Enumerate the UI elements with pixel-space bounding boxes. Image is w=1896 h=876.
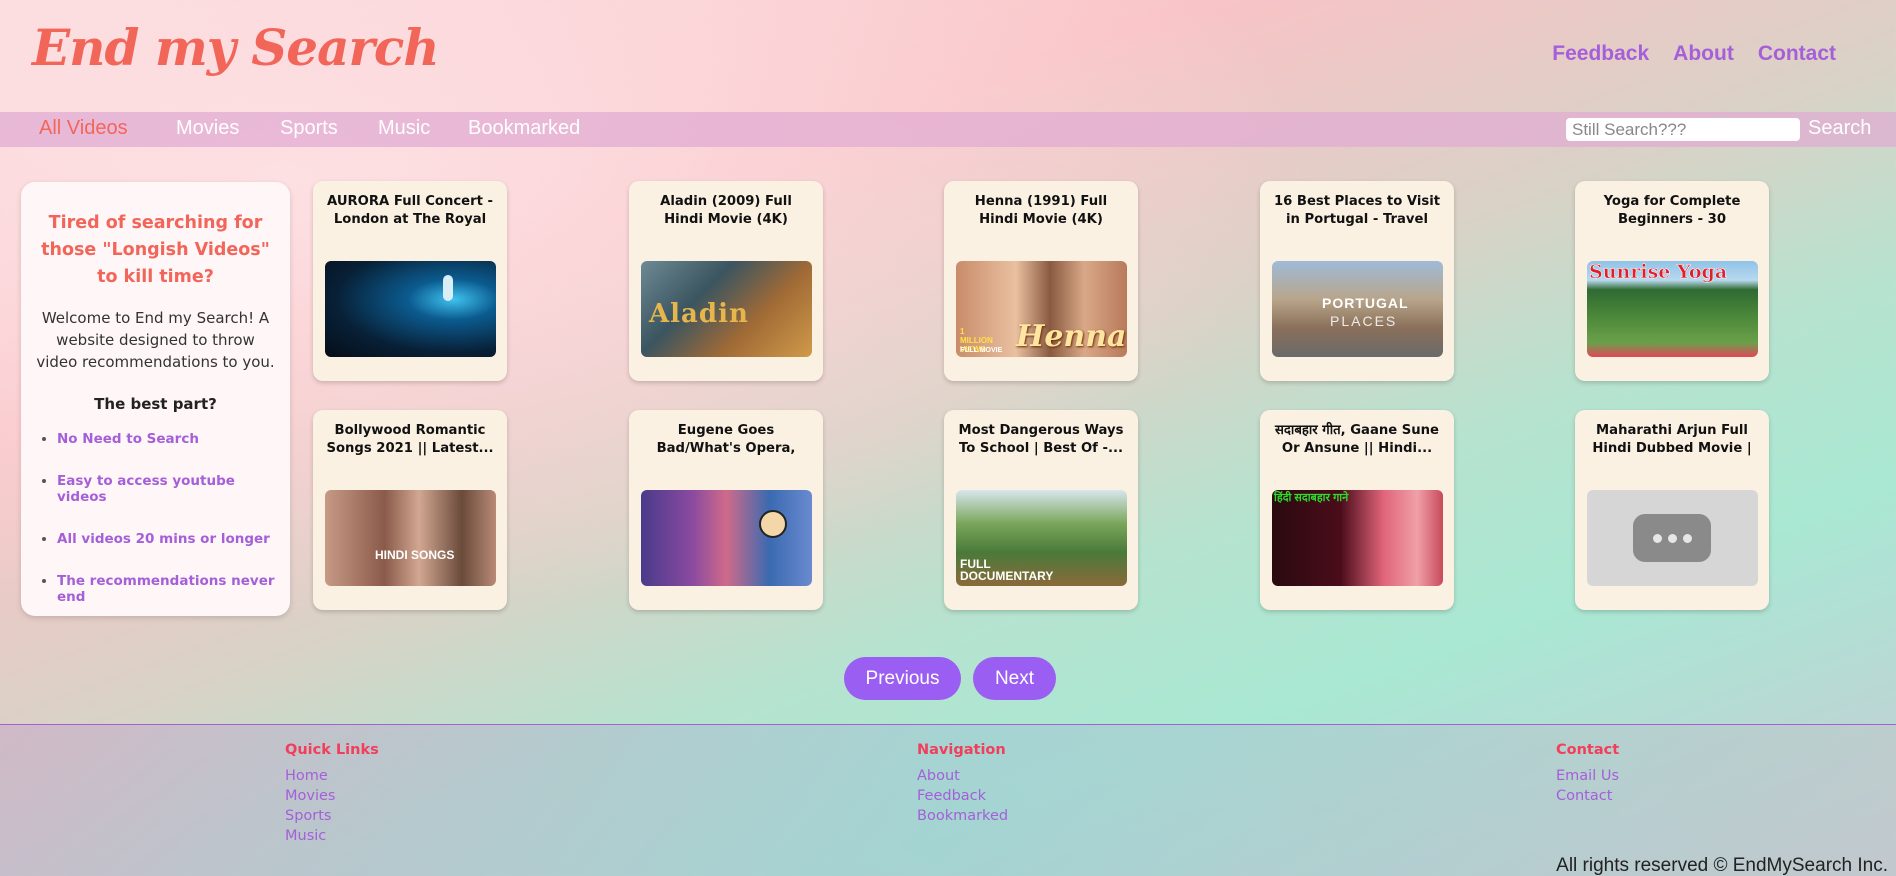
video-title[interactable]: Yoga for Complete Beginners - 30 minute.… — [1585, 193, 1759, 229]
video-thumbnail[interactable] — [1587, 490, 1758, 586]
category-all-videos[interactable]: All Videos — [39, 117, 128, 140]
nav-contact-link[interactable]: Contact — [1758, 42, 1836, 66]
thumbnail-caption: HINDI SONGS — [375, 548, 455, 562]
footer-link-sports[interactable]: Sports — [285, 806, 379, 826]
site-header: End my Search Feedback About Contact — [0, 0, 1896, 112]
video-thumbnail[interactable] — [641, 490, 812, 586]
category-sports[interactable]: Sports — [280, 117, 338, 140]
category-movies[interactable]: Movies — [176, 117, 239, 140]
footer-link-movies[interactable]: Movies — [285, 786, 379, 806]
video-title[interactable]: सदाबहार गीत, Gaane Sune Or Ansune || Hin… — [1270, 422, 1444, 458]
previous-button[interactable]: Previous — [844, 657, 961, 700]
video-title[interactable]: 16 Best Places to Visit in Portugal - Tr… — [1270, 193, 1444, 229]
video-card[interactable]: 16 Best Places to Visit in Portugal - Tr… — [1260, 181, 1454, 381]
footer-link-bookmarked[interactable]: Bookmarked — [917, 806, 1008, 826]
nav-about-link[interactable]: About — [1673, 42, 1734, 66]
video-thumbnail[interactable]: 1 MILLION VIEWS Henna FULL MOVIE — [956, 261, 1127, 357]
list-item: The recommendations never end — [57, 573, 276, 605]
thumbnail-caption: PORTUGAL — [1322, 295, 1409, 311]
footer-heading: Navigation — [917, 742, 1006, 758]
video-title[interactable]: Aladin (2009) Full Hindi Movie (4K) Rite… — [639, 193, 813, 229]
video-title[interactable]: Bollywood Romantic Songs 2021 || Latest.… — [323, 422, 497, 458]
footer-navigation: Navigation About Feedback Bookmarked — [917, 742, 1008, 826]
video-thumbnail[interactable]: FULL DOCUMENTARY — [956, 490, 1127, 586]
placeholder-play-icon — [1633, 514, 1711, 562]
video-thumbnail[interactable]: Aladin — [641, 261, 812, 357]
video-card[interactable]: Aladin (2009) Full Hindi Movie (4K) Rite… — [629, 181, 823, 381]
next-button[interactable]: Next — [973, 657, 1056, 700]
sidebar-best-part: The best part? — [94, 395, 217, 413]
footer-contact: Contact Email Us Contact — [1556, 742, 1619, 806]
sidebar-welcome-text: Welcome to End my Search! A website desi… — [36, 309, 275, 371]
list-item: No Need to Search — [57, 431, 276, 447]
video-thumbnail[interactable]: हिंदी सदाबहार गाने — [1272, 490, 1443, 586]
video-card[interactable]: Most Dangerous Ways To School | Best Of … — [944, 410, 1138, 610]
video-thumbnail[interactable]: PORTUGAL PLACES — [1272, 261, 1443, 357]
video-thumbnail[interactable]: Sunrise Yoga — [1587, 261, 1758, 357]
footer-link-about[interactable]: About — [917, 766, 1008, 786]
video-title[interactable]: Most Dangerous Ways To School | Best Of … — [954, 422, 1128, 458]
video-card[interactable]: Yoga for Complete Beginners - 30 minute.… — [1575, 181, 1769, 381]
video-thumbnail[interactable]: HINDI SONGS — [325, 490, 496, 586]
thumbnail-caption: Aladin — [649, 299, 749, 329]
search-input[interactable] — [1566, 118, 1800, 141]
footer-heading: Contact — [1556, 742, 1620, 758]
list-item: All videos 20 mins or longer — [57, 531, 276, 547]
footer-link-feedback[interactable]: Feedback — [917, 786, 1008, 806]
sidebar-feature-list: No Need to Search Easy to access youtube… — [35, 431, 276, 605]
footer-link-music[interactable]: Music — [285, 826, 379, 846]
footer-quick-links: Quick Links Home Movies Sports Music — [285, 742, 379, 846]
video-card[interactable]: सदाबहार गीत, Gaane Sune Or Ansune || Hin… — [1260, 410, 1454, 610]
search-button[interactable]: Search — [1808, 117, 1871, 140]
video-title[interactable]: Maharathi Arjun Full Hindi Dubbed Movie … — [1585, 422, 1759, 458]
video-card[interactable]: AURORA Full Concert - London at The Roya… — [313, 181, 507, 381]
footer-link-home[interactable]: Home — [285, 766, 379, 786]
footer-link-email[interactable]: Email Us — [1556, 766, 1619, 786]
thumbnail-footnote: FULL MOVIE — [960, 347, 1003, 354]
site-footer: Quick Links Home Movies Sports Music Nav… — [0, 724, 1896, 876]
video-title[interactable]: Henna (1991) Full Hindi Movie (4K) Bolly… — [954, 193, 1128, 229]
video-title[interactable]: AURORA Full Concert - London at The Roya… — [323, 193, 497, 229]
list-item: Easy to access youtube videos — [57, 473, 276, 505]
site-logo[interactable]: End my Search — [32, 18, 440, 77]
category-music[interactable]: Music — [378, 117, 430, 140]
video-card[interactable]: Maharathi Arjun Full Hindi Dubbed Movie … — [1575, 410, 1769, 610]
top-nav: Feedback About Contact — [1552, 42, 1836, 66]
thumbnail-caption: PLACES — [1330, 313, 1398, 329]
video-card[interactable]: Eugene Goes Bad/What's Opera, Arnold? — [629, 410, 823, 610]
thumbnail-caption: हिंदी सदाबहार गाने — [1274, 492, 1349, 504]
video-title[interactable]: Eugene Goes Bad/What's Opera, Arnold? — [639, 422, 813, 458]
sidebar-title: Tired of searching for those "Longish Vi… — [41, 213, 270, 287]
video-card[interactable]: Henna (1991) Full Hindi Movie (4K) Bolly… — [944, 181, 1138, 381]
thumbnail-caption: Henna — [1016, 319, 1127, 354]
footer-heading: Quick Links — [285, 742, 379, 758]
copyright-text: All rights reserved © EndMySearch Inc. — [1556, 855, 1888, 876]
video-card[interactable]: Bollywood Romantic Songs 2021 || Latest.… — [313, 410, 507, 610]
thumbnail-caption: Sunrise Yoga — [1589, 261, 1728, 283]
info-sidebar: Tired of searching for those "Longish Vi… — [21, 182, 290, 616]
footer-link-contact[interactable]: Contact — [1556, 786, 1619, 806]
video-thumbnail[interactable] — [325, 261, 496, 357]
thumbnail-caption: FULL DOCUMENTARY — [960, 557, 1054, 583]
category-bookmarked[interactable]: Bookmarked — [468, 117, 580, 140]
nav-feedback-link[interactable]: Feedback — [1552, 42, 1649, 66]
